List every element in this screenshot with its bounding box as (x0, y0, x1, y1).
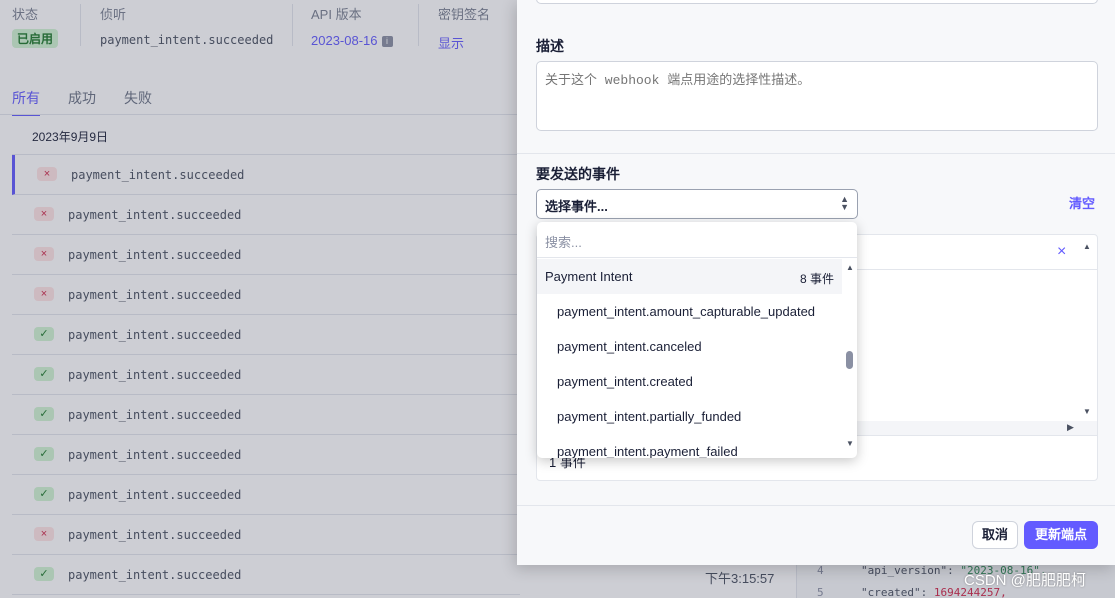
scroll-up-icon[interactable]: ▲ (1083, 242, 1091, 251)
event-option[interactable]: payment_intent.canceled (557, 339, 702, 354)
event-search-input[interactable]: 搜索... (537, 222, 857, 258)
update-endpoint-button[interactable]: 更新端点 (1024, 521, 1098, 549)
event-option[interactable]: payment_intent.amount_capturable_updated (557, 304, 815, 319)
description-textarea[interactable] (536, 61, 1098, 131)
event-option[interactable]: payment_intent.payment_failed (557, 444, 738, 458)
clear-button[interactable]: 清空 (1069, 193, 1095, 212)
event-group-header[interactable]: Payment Intent 8 事件 (537, 259, 842, 294)
scroll-down-icon[interactable]: ▼ (1083, 407, 1091, 416)
watermark: CSDN @肥肥肥柯 (964, 572, 1086, 589)
event-option[interactable]: payment_intent.created (557, 374, 693, 389)
endpoint-url-field[interactable] (536, 0, 1098, 4)
scroll-up-icon[interactable]: ▲ (846, 263, 854, 272)
scroll-down-icon[interactable]: ▼ (846, 439, 854, 448)
select-arrows-icon: ▲ ▼ (840, 194, 849, 212)
dropdown-scrollbar[interactable]: ▲ ▼ (843, 259, 857, 458)
event-group-name: Payment Intent (545, 269, 633, 284)
footer-divider (517, 505, 1115, 506)
close-icon[interactable]: × (1057, 243, 1066, 261)
section-divider (517, 153, 1115, 154)
events-label: 要发送的事件 (536, 166, 620, 182)
event-select[interactable]: 选择事件... ▲ ▼ (536, 189, 858, 219)
cancel-button[interactable]: 取消 (972, 521, 1018, 549)
scrollbar-thumb[interactable] (846, 351, 853, 369)
description-label: 描述 (536, 38, 564, 54)
event-select-value: 选择事件... (545, 199, 608, 214)
scroll-right-icon[interactable]: ▶ (1067, 422, 1074, 433)
event-group-count: 8 事件 (799, 272, 834, 286)
event-dropdown: 搜索... Payment Intent 8 事件 payment_intent… (537, 222, 857, 458)
event-option[interactable]: payment_intent.partially_funded (557, 409, 741, 424)
